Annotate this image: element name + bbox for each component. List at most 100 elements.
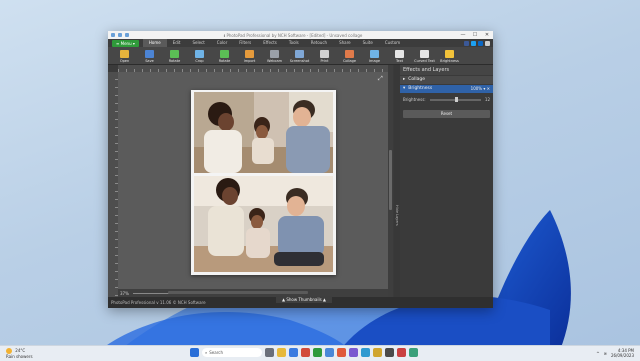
fit-to-window-icon[interactable]: ⤢ <box>378 75 383 83</box>
tab-edit[interactable]: Edit <box>167 39 187 47</box>
toolbar-label: Save <box>145 59 154 63</box>
app-icon-5[interactable] <box>385 348 394 357</box>
toolbar-brightness-button[interactable]: Brightness <box>437 50 462 64</box>
help-icon[interactable] <box>485 40 490 46</box>
menu-bar: ≡ Menu ▾ Home Edit Select Color Filters … <box>108 39 493 47</box>
clock[interactable]: 4:34 PM 26/09/2023 <box>611 348 634 358</box>
tab-filters[interactable]: Filters <box>233 39 257 47</box>
editor-canvas[interactable] <box>118 72 388 289</box>
tray-chevron-icon[interactable]: ^ <box>596 351 599 356</box>
show-thumbnails-button[interactable]: ▲ Show Thumbnails ▲ <box>276 296 333 303</box>
tab-tools[interactable]: Tools <box>283 39 305 47</box>
brightness-slider[interactable] <box>429 96 481 102</box>
toolbar-webcam-button[interactable]: Webcam <box>262 50 287 64</box>
layer-collage-label: Collage <box>408 77 426 82</box>
collage-page[interactable] <box>191 90 336 275</box>
app-icon-7[interactable] <box>409 348 418 357</box>
qa-save-icon[interactable] <box>111 33 115 37</box>
app-icon-4[interactable] <box>373 348 382 357</box>
toolbar-text-button[interactable]: Text <box>387 50 412 64</box>
folder-icon <box>120 50 129 58</box>
crop-icon <box>195 50 204 58</box>
app-icon-6[interactable] <box>397 348 406 357</box>
toolbar-crop-button[interactable]: Crop <box>187 50 212 64</box>
zoom-value[interactable]: 37% <box>120 291 129 296</box>
collage-icon <box>345 50 354 58</box>
brightness-value[interactable]: 12 <box>485 97 490 102</box>
status-text: PhotoPad Professional v 11.06 © NCH Soft… <box>111 300 206 305</box>
tab-home[interactable]: Home <box>142 39 167 47</box>
minimize-button[interactable]: — <box>457 32 469 38</box>
toolbar-print-button[interactable]: Print <box>312 50 337 64</box>
toolbar-label: Curved Text <box>414 59 435 63</box>
image-icon <box>370 50 379 58</box>
toolbar-rotate-button[interactable]: Rotate <box>162 50 187 64</box>
qa-undo-icon[interactable] <box>118 33 122 37</box>
tab-select[interactable]: Select <box>186 39 210 47</box>
toolbar: Open Save Rotate Crop Rotate Import Webcam Scre… <box>108 47 493 65</box>
curved-text-icon <box>420 50 429 58</box>
toolbar-image-button[interactable]: Image <box>362 50 387 64</box>
search-box[interactable]: ⌕ Search <box>202 348 262 357</box>
collage-photo-bottom[interactable] <box>194 176 333 272</box>
store-icon[interactable] <box>301 348 310 357</box>
taskbar: 24°C Rain showers ⌕ Search ^ ≋ 4:34 PM 26… <box>0 345 640 361</box>
task-view-icon[interactable] <box>265 348 274 357</box>
toolbar-screenshot-button[interactable]: Screenshot <box>287 50 312 64</box>
brightness-label: Brightness: <box>403 97 426 102</box>
tab-color[interactable]: Color <box>211 39 233 47</box>
expand-arrow-icon[interactable]: ▸ <box>403 76 405 84</box>
maximize-button[interactable]: ☐ <box>469 32 481 38</box>
collapse-arrow-icon[interactable]: ▾ <box>403 85 405 93</box>
app-icon-3[interactable] <box>361 348 370 357</box>
toolbar-rotate-button[interactable]: Rotate <box>212 50 237 64</box>
panel-header: Effects and Layers <box>400 65 493 75</box>
photopad-taskbar-icon[interactable] <box>313 348 322 357</box>
wifi-icon[interactable]: ≋ <box>604 351 607 356</box>
toolbar-save-button[interactable]: Save <box>137 50 162 64</box>
facebook-icon[interactable] <box>464 40 469 46</box>
photopad-window: ℹ PhotoPad Professional by NCH Software … <box>108 31 493 308</box>
close-button[interactable]: ✕ <box>481 32 493 38</box>
tab-retouch[interactable]: Retouch <box>305 39 333 47</box>
brightness-slider-knob[interactable] <box>455 96 459 102</box>
reset-button[interactable]: Reset <box>403 110 490 118</box>
twitter-icon[interactable] <box>471 40 476 46</box>
file-explorer-icon[interactable] <box>277 348 286 357</box>
app-icon-1[interactable] <box>337 348 346 357</box>
toolbar-open-button[interactable]: Open <box>112 50 137 64</box>
social-links <box>464 40 493 46</box>
toolbar-label: Webcam <box>266 59 283 63</box>
toolbar-label: Crop <box>195 59 204 63</box>
text-icon <box>395 50 404 58</box>
floppy-icon <box>145 50 154 58</box>
vertical-scroll-thumb[interactable] <box>389 150 392 210</box>
tab-share[interactable]: Share <box>333 39 357 47</box>
start-icon[interactable] <box>190 348 199 357</box>
menu-button[interactable]: ≡ Menu ▾ <box>112 39 139 47</box>
family-photo-top <box>194 92 333 173</box>
toolbar-curved-text-button[interactable]: Curved Text <box>412 50 437 64</box>
linkedin-icon[interactable] <box>478 40 483 46</box>
weather-widget[interactable]: 24°C Rain showers <box>6 348 33 359</box>
tab-suite[interactable]: Suite <box>357 39 379 47</box>
zoom-slider[interactable] <box>132 292 173 294</box>
toolbar-collage-button[interactable]: Collage <box>337 50 362 64</box>
effects-layers-panel: Effects and Layers ▸ Collage ▾ Brightnes… <box>400 65 493 297</box>
tab-effects[interactable]: Effects <box>257 39 283 47</box>
toolbar-label: Image <box>369 59 380 63</box>
horizontal-scrollbar[interactable] <box>168 291 308 294</box>
tab-custom[interactable]: Custom <box>379 39 406 47</box>
collage-photo-top[interactable] <box>194 92 333 173</box>
vertical-scrollbar[interactable] <box>388 65 393 297</box>
toolbar-import-button[interactable]: Import <box>237 50 262 64</box>
mail-icon[interactable] <box>325 348 334 357</box>
toolbar-label: Import <box>243 59 256 63</box>
layer-brightness[interactable]: ▾ Brightness 100% ▾ ✕ <box>400 85 493 93</box>
hide-layers-label: Hide Layers <box>395 205 399 226</box>
layer-collage[interactable]: ▸ Collage <box>400 76 493 84</box>
app-icon-2[interactable] <box>349 348 358 357</box>
rotate-right-icon <box>220 50 229 58</box>
layer-opacity[interactable]: 100% ▾ ✕ <box>471 85 490 93</box>
edge-icon[interactable] <box>289 348 298 357</box>
